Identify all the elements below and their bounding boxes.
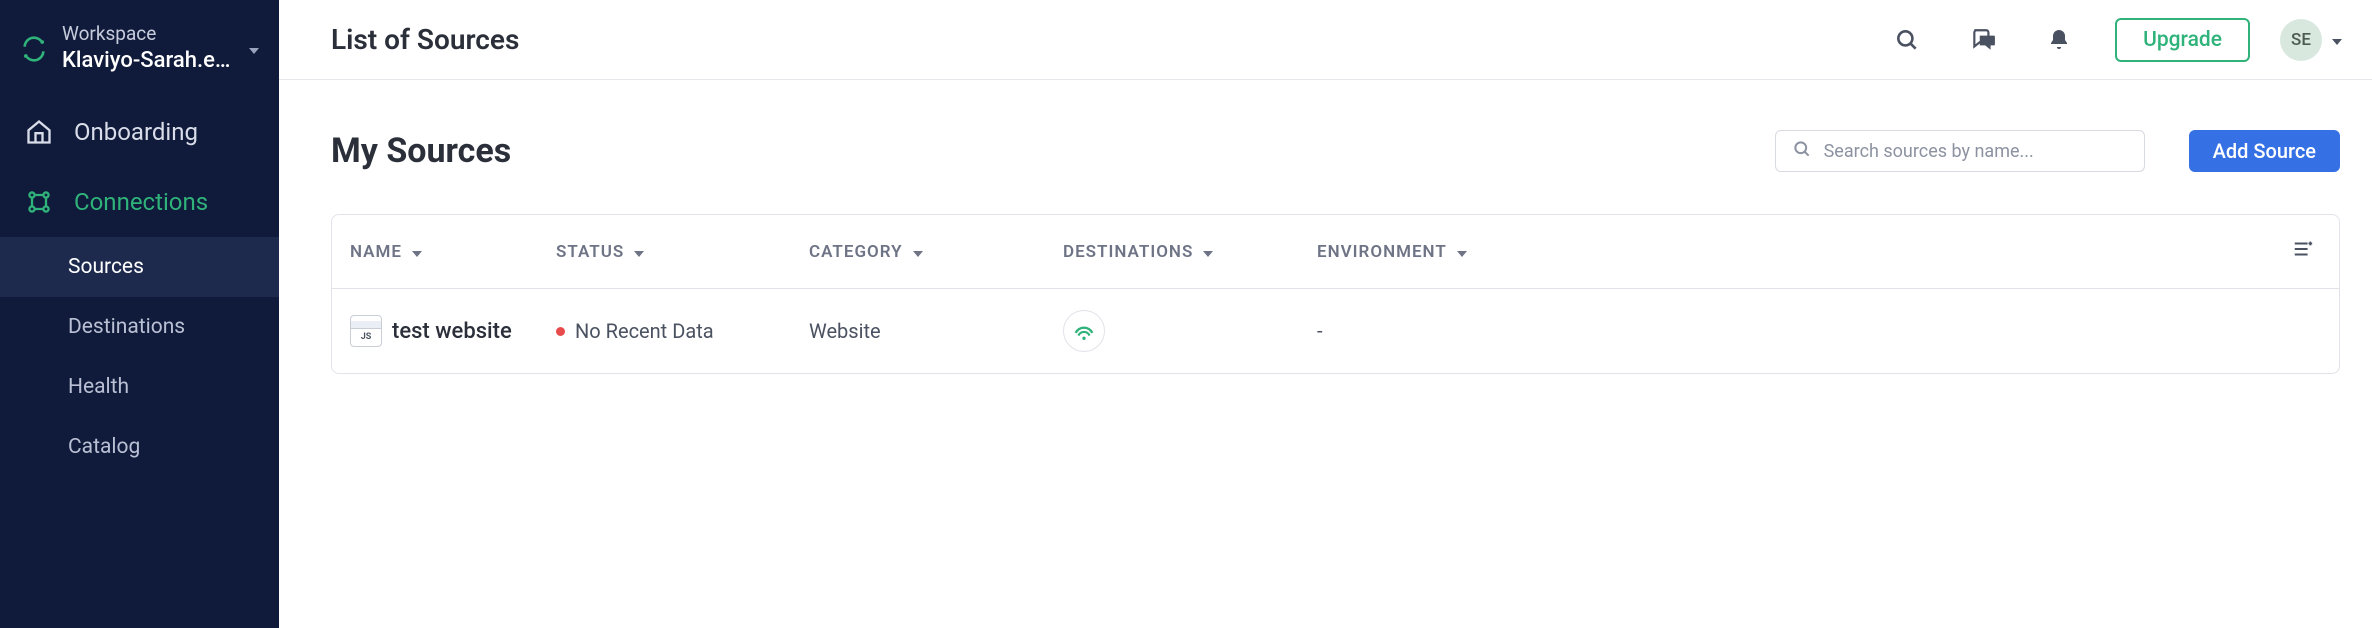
col-status-label: STATUS xyxy=(556,242,624,262)
workspace-name: Klaviyo-Sarah.eb... xyxy=(62,47,235,76)
destination-badge[interactable] xyxy=(1063,310,1105,352)
search-sources[interactable] xyxy=(1775,130,2145,172)
sort-icon xyxy=(913,241,923,262)
category-text: Website xyxy=(809,319,881,343)
status-dot-icon xyxy=(556,327,565,336)
nav-connections[interactable]: Connections xyxy=(0,167,279,237)
subnav-destinations[interactable]: Destinations xyxy=(0,297,279,357)
workspace-label: Workspace xyxy=(62,22,235,47)
col-destinations-label: DESTINATIONS xyxy=(1063,242,1193,262)
col-category[interactable]: CATEGORY xyxy=(791,241,1045,262)
table-row[interactable]: JS test website No Recent Data Website xyxy=(332,289,2339,373)
sources-table: NAME STATUS CATEGORY DESTINATIONS ENVIRO… xyxy=(331,214,2340,374)
col-name[interactable]: NAME xyxy=(332,241,538,262)
col-settings[interactable] xyxy=(1479,238,2339,265)
home-icon xyxy=(22,115,56,149)
main: List of Sources Upgrade SE My Sources xyxy=(279,0,2372,628)
subnav-catalog[interactable]: Catalog xyxy=(0,417,279,477)
section-header: My Sources Add Source xyxy=(331,130,2340,172)
col-category-label: CATEGORY xyxy=(809,242,903,262)
sort-icon xyxy=(634,241,644,262)
topbar: List of Sources Upgrade SE xyxy=(279,0,2372,80)
upgrade-button[interactable]: Upgrade xyxy=(2115,18,2250,62)
sort-icon xyxy=(1203,241,1213,262)
connections-subnav: Sources Destinations Health Catalog xyxy=(0,237,279,477)
sort-icon xyxy=(412,241,422,262)
nav-onboarding-label: Onboarding xyxy=(74,118,198,146)
search-input[interactable] xyxy=(1824,141,2128,162)
status-text: No Recent Data xyxy=(575,319,714,343)
search-icon[interactable] xyxy=(1887,20,1927,60)
subnav-health[interactable]: Health xyxy=(0,357,279,417)
table-body: JS test website No Recent Data Website xyxy=(332,289,2339,373)
user-menu[interactable]: SE xyxy=(2280,19,2342,61)
col-name-label: NAME xyxy=(350,242,402,262)
source-name: test website xyxy=(392,319,512,344)
col-environment-label: ENVIRONMENT xyxy=(1317,242,1447,262)
chevron-down-icon xyxy=(249,39,259,58)
col-environment[interactable]: ENVIRONMENT xyxy=(1299,241,1479,262)
content: My Sources Add Source NAME STATUS xyxy=(279,80,2372,628)
sidebar: Workspace Klaviyo-Sarah.eb... Onboarding… xyxy=(0,0,279,628)
add-source-button[interactable]: Add Source xyxy=(2189,130,2340,172)
source-type-icon: JS xyxy=(350,315,382,347)
table-header: NAME STATUS CATEGORY DESTINATIONS ENVIRO… xyxy=(332,215,2339,289)
sort-icon xyxy=(1457,241,1467,262)
app-logo-icon xyxy=(20,35,48,63)
subnav-sources[interactable]: Sources xyxy=(0,237,279,297)
nav-connections-label: Connections xyxy=(74,188,208,216)
col-status[interactable]: STATUS xyxy=(538,241,791,262)
chat-icon[interactable] xyxy=(1963,20,2003,60)
bell-icon[interactable] xyxy=(2039,20,2079,60)
columns-settings-icon xyxy=(2291,238,2315,265)
col-destinations[interactable]: DESTINATIONS xyxy=(1045,241,1299,262)
connections-icon xyxy=(22,185,56,219)
chevron-down-icon xyxy=(2332,30,2342,49)
search-icon xyxy=(1792,139,1812,163)
nav-onboarding[interactable]: Onboarding xyxy=(0,97,279,167)
topbar-actions xyxy=(1887,20,2079,60)
avatar: SE xyxy=(2280,19,2322,61)
environment-text: - xyxy=(1317,319,1323,343)
workspace-switcher[interactable]: Workspace Klaviyo-Sarah.eb... xyxy=(0,0,279,97)
page-title: List of Sources xyxy=(331,23,519,56)
section-title: My Sources xyxy=(331,131,511,171)
